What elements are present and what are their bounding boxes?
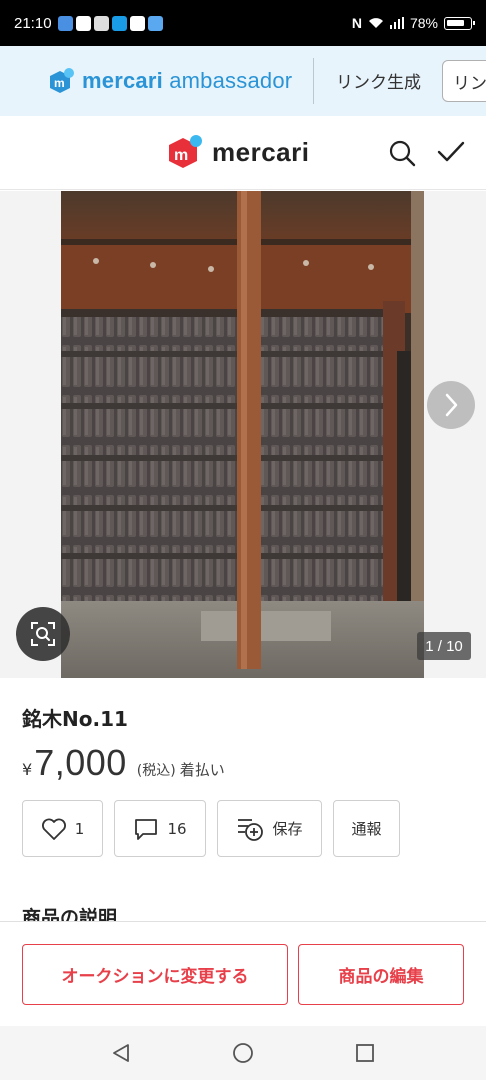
- image-search-button[interactable]: [16, 607, 70, 661]
- edit-item-button[interactable]: 商品の編集: [298, 944, 464, 1005]
- signal-icon: [389, 17, 404, 29]
- comment-icon: [135, 818, 158, 840]
- mercari-wordmark: mercari: [212, 136, 310, 167]
- mercari-logo-icon: m: [169, 135, 202, 168]
- image-counter: 1 / 10: [417, 632, 471, 660]
- back-icon[interactable]: [110, 1042, 132, 1064]
- save-list-icon: [238, 818, 264, 841]
- system-nav-bar: [0, 1026, 486, 1080]
- app-notification-icon: [129, 15, 145, 31]
- price-amount: 7,000: [34, 742, 127, 783]
- report-label: 通報: [351, 820, 382, 838]
- ambassador-logo[interactable]: m mercari ambassador: [48, 67, 292, 95]
- currency-symbol: ¥: [22, 760, 33, 779]
- save-label: 保存: [272, 820, 303, 838]
- svg-text:m: m: [174, 147, 188, 164]
- wifi-icon: [368, 18, 383, 28]
- app-notification-icon: [75, 15, 91, 31]
- search-icon[interactable]: [387, 138, 417, 168]
- chevron-right-icon: [445, 393, 458, 417]
- item-actions: 1 16 保存 通報: [22, 800, 400, 857]
- ambassador-brand: mercari ambassador: [82, 68, 293, 93]
- divider: [313, 58, 314, 104]
- generate-link-label: リンク生成: [336, 73, 421, 93]
- app-notification-icon: [57, 15, 73, 31]
- report-button[interactable]: 通報: [333, 800, 400, 857]
- like-button[interactable]: 1: [22, 800, 103, 857]
- status-bar: 21:10 N 78%: [0, 0, 486, 46]
- shipping-method: 着払い: [179, 761, 225, 779]
- heart-icon: [41, 818, 66, 840]
- generate-link-button[interactable]: リンク: [442, 60, 486, 102]
- tax-note: (税込): [136, 763, 176, 779]
- item-price: ¥ 7,000 (税込) 着払い: [22, 742, 225, 784]
- comment-count: 16: [167, 819, 187, 838]
- change-to-auction-button[interactable]: オークションに変更する: [22, 944, 288, 1005]
- ambassador-bar: m mercari ambassador リンク生成 リンク: [0, 46, 486, 161]
- status-time: 21:10: [14, 14, 52, 32]
- comment-button[interactable]: 16: [114, 800, 206, 857]
- paypay-icon: [111, 15, 127, 31]
- lens-search-icon: [31, 622, 55, 646]
- app-notification-icon: [93, 15, 109, 31]
- item-title: 銘木No.11: [22, 707, 128, 731]
- home-icon[interactable]: [232, 1042, 254, 1064]
- battery-icon: [444, 16, 475, 30]
- notification-icons: [57, 15, 163, 31]
- mercari-logo[interactable]: m mercari: [166, 133, 309, 171]
- save-button[interactable]: 保存: [217, 800, 322, 857]
- recents-icon[interactable]: [354, 1042, 376, 1064]
- cloud-icon: [147, 15, 163, 31]
- check-icon[interactable]: [436, 138, 466, 168]
- battery-percent: 78%: [409, 15, 438, 31]
- product-photo[interactable]: [61, 191, 424, 678]
- svg-text:m: m: [54, 76, 65, 90]
- like-count: 1: [74, 819, 85, 838]
- mercari-cube-icon: m: [50, 68, 74, 93]
- bottom-action-bar: オークションに変更する 商品の編集: [0, 921, 486, 1025]
- next-image-button[interactable]: [427, 381, 475, 429]
- app-header: m mercari: [0, 116, 486, 190]
- nfc-icon: N: [351, 15, 362, 31]
- status-right: N 78%: [351, 15, 475, 31]
- image-gallery[interactable]: 1 / 10: [0, 191, 486, 678]
